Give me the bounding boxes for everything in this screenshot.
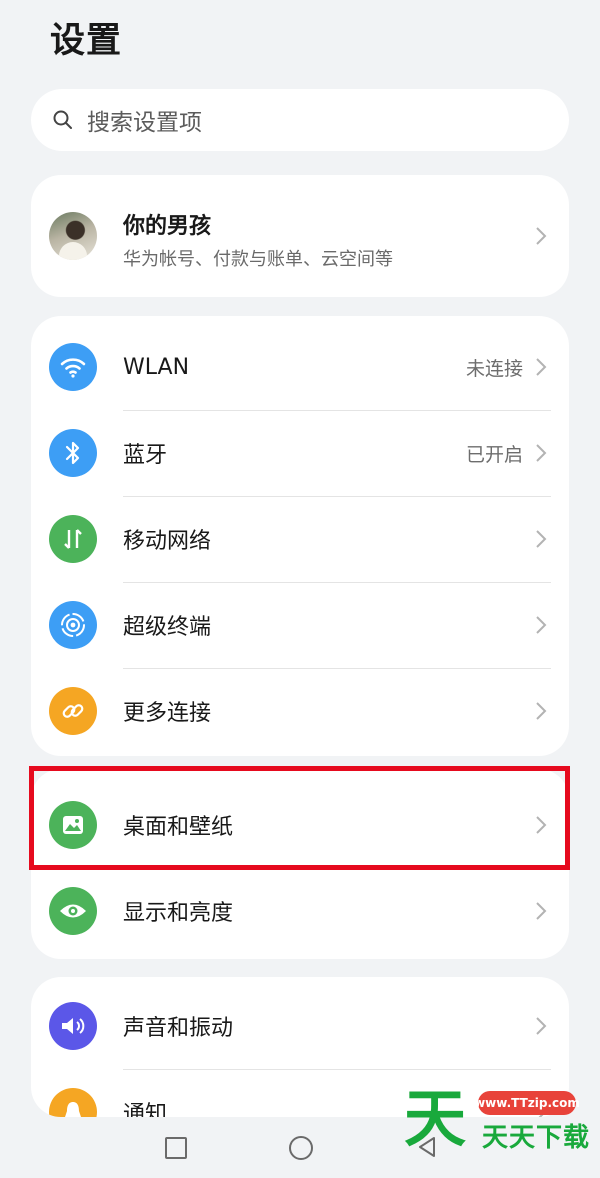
- bell-icon: [49, 1088, 97, 1117]
- mobile-data-icon: [49, 515, 97, 563]
- settings-item-label: 蓝牙: [123, 443, 168, 468]
- search-placeholder: 搜索设置项: [87, 110, 202, 136]
- wlan-status: 未连接: [465, 357, 523, 380]
- chevron-right-icon: [536, 358, 547, 376]
- chevron-right-icon: [536, 530, 547, 548]
- chevron-right-icon: [536, 702, 547, 720]
- chevron-right-icon: [536, 1017, 547, 1035]
- super-device-icon: [49, 601, 97, 649]
- settings-item-bluetooth[interactable]: 蓝牙 已开启: [31, 410, 569, 496]
- search-bar[interactable]: 搜索设置项: [31, 89, 569, 151]
- watermark-url: www.TTzip.com: [474, 1091, 580, 1115]
- connectivity-group: WLAN 未连接 蓝牙 已开启 移动网络 超级终端 更多连接: [31, 316, 569, 756]
- chevron-right-icon: [536, 616, 547, 634]
- settings-item-label: 移动网络: [123, 529, 212, 554]
- chevron-right-icon: [536, 902, 547, 920]
- bluetooth-icon: [49, 429, 97, 477]
- search-icon: [53, 110, 72, 129]
- settings-item-label: 更多连接: [123, 701, 212, 726]
- speaker-icon: [49, 1002, 97, 1050]
- chevron-right-icon: [536, 444, 547, 462]
- settings-item-label: 超级终端: [123, 615, 212, 640]
- settings-item-wlan[interactable]: WLAN 未连接: [31, 324, 569, 410]
- account-subtitle: 华为帐号、付款与账单、云空间等: [123, 249, 393, 270]
- account-card[interactable]: 你的男孩 华为帐号、付款与账单、云空间等: [31, 175, 569, 297]
- link-icon: [49, 687, 97, 735]
- settings-item-label: 声音和振动: [123, 1016, 234, 1041]
- settings-item-label: 显示和亮度: [123, 901, 234, 926]
- avatar: [49, 212, 97, 260]
- bluetooth-status: 已开启: [465, 443, 523, 466]
- settings-item-display-brightness[interactable]: 显示和亮度: [31, 868, 569, 954]
- highlight-box: [29, 766, 570, 870]
- settings-item-label: WLAN: [123, 354, 190, 380]
- page-title: 设置: [50, 21, 123, 61]
- account-name: 你的男孩: [123, 214, 212, 239]
- wifi-icon: [49, 343, 97, 391]
- settings-item-super-device[interactable]: 超级终端: [31, 582, 569, 668]
- eye-icon: [49, 887, 97, 935]
- settings-item-sound-vibration[interactable]: 声音和振动: [31, 983, 569, 1069]
- watermark-big-char: 天: [404, 1082, 467, 1155]
- settings-item-more-connections[interactable]: 更多连接: [31, 668, 569, 754]
- watermark-text: 天天下载: [482, 1123, 591, 1153]
- home-button[interactable]: [289, 1136, 313, 1160]
- chevron-right-icon: [536, 227, 547, 245]
- settings-item-mobile-network[interactable]: 移动网络: [31, 496, 569, 582]
- watermark-logo: 天 www.TTzip.com 天天下载: [404, 1084, 594, 1154]
- recent-apps-button[interactable]: [165, 1137, 187, 1159]
